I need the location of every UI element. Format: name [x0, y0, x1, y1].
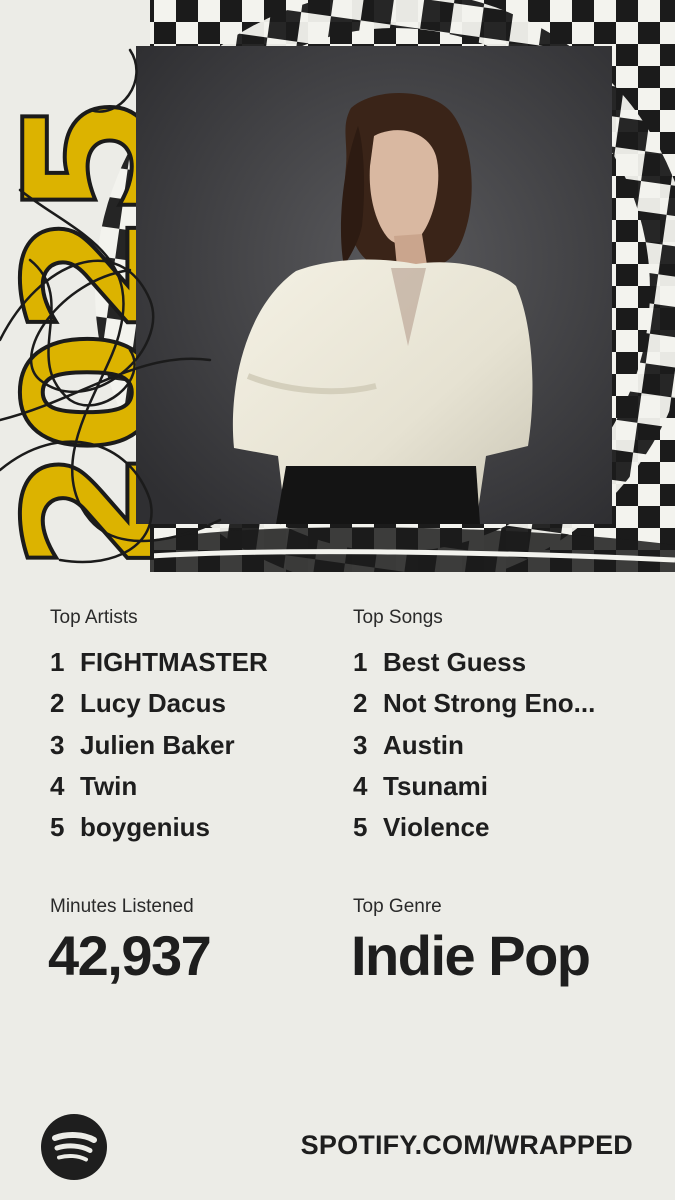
top-genre-label: Top Genre: [353, 896, 442, 917]
song-name: Best Guess: [383, 647, 527, 678]
minutes-listened-label: Minutes Listened: [50, 896, 194, 917]
wrapped-card: 2025 Top Artists 1 FIGHTMASTER 2 Lucy Da…: [0, 0, 675, 1200]
rank-number: 2: [353, 688, 368, 719]
rank-number: 5: [353, 812, 368, 843]
rank-number: 4: [353, 771, 368, 802]
list-item: 1 Best Guess: [353, 642, 643, 683]
art-header: 2025: [0, 0, 675, 572]
rank-number: 4: [50, 771, 65, 802]
top-artists-list: 1 FIGHTMASTER 2 Lucy Dacus 3 Julien Baker 4…: [50, 642, 335, 848]
artist-photo: [136, 46, 612, 524]
artist-name: FIGHTMASTER: [80, 647, 268, 678]
song-name: Austin: [383, 729, 464, 760]
top-artists-section: Top Artists 1 FIGHTMASTER 2 Lucy Dacus 3 Ju…: [50, 604, 335, 848]
year-strip: 2025: [0, 0, 196, 572]
rank-number: 5: [50, 812, 65, 843]
rank-number: 1: [50, 647, 65, 678]
top-songs-list: 1 Best Guess 2 Not Strong Eno... 3 Austin 4…: [353, 642, 643, 848]
list-item: 1 FIGHTMASTER: [50, 642, 335, 683]
rank-number: 2: [50, 688, 65, 719]
song-name: Not Strong Eno...: [383, 688, 596, 719]
top-artists-label: Top Artists: [50, 607, 138, 628]
artist-photo-icon: [136, 46, 612, 524]
top-songs-section: Top Songs 1 Best Guess 2 Not Strong Eno...…: [353, 604, 643, 848]
top-genre-value: Indie Pop: [351, 924, 591, 987]
list-item: 3 Julien Baker: [50, 725, 335, 766]
rank-number: 1: [353, 647, 368, 678]
artist-name: Lucy Dacus: [80, 688, 226, 719]
artist-name: Twin: [80, 771, 138, 802]
rank-number: 3: [50, 729, 65, 760]
wrapped-url-link[interactable]: SPOTIFY.COM/WRAPPED: [301, 1130, 633, 1161]
list-item: 5 boygenius: [50, 807, 335, 848]
list-item: 4 Tsunami: [353, 766, 643, 807]
list-item: 5 Violence: [353, 807, 643, 848]
list-item: 4 Twin: [50, 766, 335, 807]
list-item: 2 Not Strong Eno...: [353, 683, 643, 724]
list-item: 2 Lucy Dacus: [50, 683, 335, 724]
top-songs-label: Top Songs: [353, 607, 443, 628]
artist-name: boygenius: [80, 812, 211, 843]
list-item: 3 Austin: [353, 725, 643, 766]
song-name: Violence: [383, 812, 490, 843]
rank-number: 3: [353, 729, 368, 760]
artist-name: Julien Baker: [80, 729, 235, 760]
spotify-logo-icon[interactable]: [41, 1114, 107, 1180]
minutes-listened-value: 42,937: [48, 924, 212, 987]
song-name: Tsunami: [383, 771, 488, 802]
